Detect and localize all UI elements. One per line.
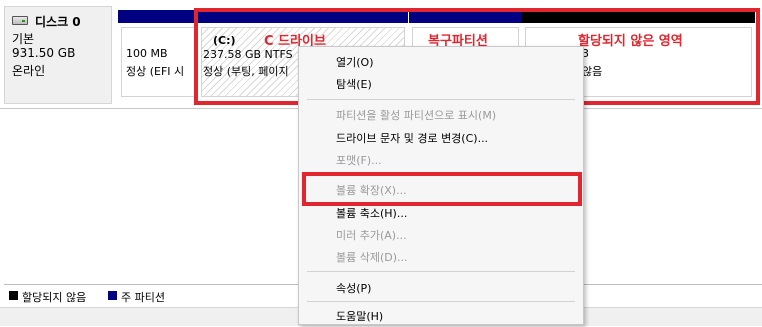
- menu-item-mark-active[interactable]: 파티션을 활성 파티션으로 표시(M): [299, 103, 583, 126]
- annotation-unallocated: 할당되지 않은 영역: [578, 34, 683, 49]
- menu-item-properties[interactable]: 속성(P): [299, 276, 583, 299]
- legend-unallocated-label: 할당되지 않음: [22, 291, 87, 304]
- partition-body: [121, 27, 195, 97]
- menu-item-format[interactable]: 포맷(F)...: [299, 148, 583, 171]
- partition-bar: [118, 10, 198, 23]
- menu-item-help[interactable]: 도움말(H): [299, 304, 583, 327]
- menu-separator: [307, 301, 575, 302]
- partition-status: 정상 (EFI 시: [126, 65, 185, 78]
- disk-icon: [12, 16, 28, 25]
- highlight-extend-volume-box: [302, 172, 582, 206]
- disk-size: 931.50 GB: [12, 46, 76, 60]
- disk-info-box[interactable]: 디스크 0 기본 931.50 GB 온라인: [4, 6, 112, 104]
- menu-item-add-mirror[interactable]: 미러 추가(A)...: [299, 223, 583, 246]
- legend-unallocated-swatch: [9, 291, 18, 300]
- legend-primary-label: 주 파티션: [121, 291, 165, 304]
- menu-separator: [307, 271, 575, 272]
- disk-name: 디스크 0: [35, 15, 81, 29]
- legend-primary-swatch: [108, 291, 117, 300]
- partition-efi[interactable]: 100 MB 정상 (EFI 시: [118, 10, 198, 100]
- menu-item-open[interactable]: 열기(O): [299, 50, 583, 73]
- partition-size: 100 MB: [126, 47, 168, 60]
- menu-item-explore[interactable]: 탐색(E): [299, 72, 583, 95]
- menu-item-delete-volume[interactable]: 볼륨 삭제(D)...: [299, 245, 583, 268]
- disk-status: 온라인: [12, 64, 46, 78]
- menu-separator: [307, 99, 575, 100]
- menu-item-change-drive-letter[interactable]: 드라이브 문자 및 경로 변경(C)...: [299, 126, 583, 149]
- disk-type: 기본: [12, 32, 35, 46]
